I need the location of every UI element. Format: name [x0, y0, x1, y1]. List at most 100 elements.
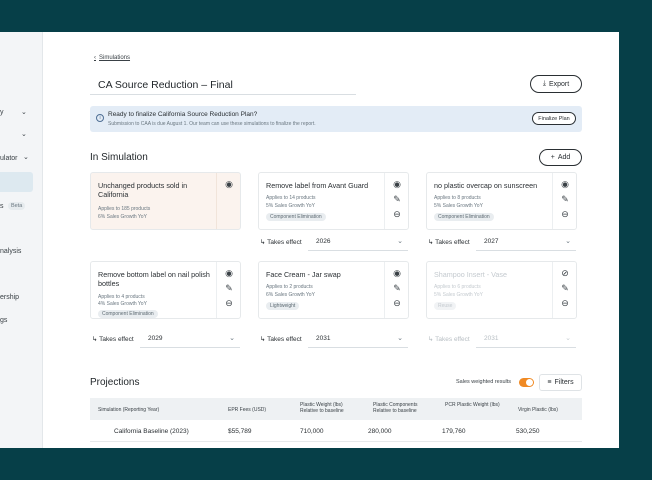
- card-growth: 5% Sales Growth YoY: [266, 203, 315, 209]
- year-dropdown[interactable]: 2026 ⌄: [308, 234, 408, 251]
- column-header[interactable]: Plastic Components Relative to baseline: [373, 402, 431, 414]
- table-header: Simulation (Reporting Year) EPR Fees (US…: [90, 398, 582, 420]
- card-title: no plastic overcap on sunscreen: [434, 181, 538, 190]
- table-cell: 280,000: [368, 428, 392, 435]
- table-cell: 710,000: [300, 428, 324, 435]
- column-header[interactable]: EPR Fees (USD): [228, 407, 266, 413]
- corner-arrow-icon: ↳: [428, 239, 434, 246]
- simulation-card-hidden[interactable]: Shampoo Insert - Vase Applies to 6 produ…: [426, 261, 577, 319]
- simulation-card[interactable]: Face Cream - Jar swap Applies to 2 produ…: [258, 261, 409, 319]
- year-dropdown[interactable]: 2031 ⌄: [308, 331, 408, 348]
- sidebar-item-1[interactable]: y: [0, 109, 4, 116]
- simulation-card[interactable]: Unchanged products sold in California Ap…: [90, 172, 241, 230]
- chevron-down-icon: ⌄: [397, 238, 403, 245]
- takes-effect-select[interactable]: ↳ Takes effect 2031 ⌄: [426, 331, 577, 348]
- simulation-card[interactable]: Remove bottom label on nail polish bottl…: [90, 261, 241, 319]
- pencil-icon[interactable]: ✎: [559, 282, 571, 294]
- card-title: Remove bottom label on nail polish bottl…: [98, 270, 210, 288]
- table-row[interactable]: California Baseline (2023) $55,789 710,0…: [90, 420, 582, 442]
- projections-table: Simulation (Reporting Year) EPR Fees (US…: [90, 398, 582, 448]
- chevron-down-icon: ⌄: [565, 335, 571, 342]
- minus-circle-icon[interactable]: ⊖: [559, 208, 571, 220]
- year-dropdown[interactable]: 2027 ⌄: [476, 234, 576, 251]
- sidebar-item-s[interactable]: s: [0, 203, 4, 210]
- year-value: 2029: [148, 335, 163, 342]
- takes-effect-select[interactable]: ↳ Takes effect 2026 ⌄: [258, 234, 409, 251]
- takes-effect-select[interactable]: ↳ Takes effect 2031 ⌄: [258, 331, 409, 348]
- eye-icon[interactable]: ◉: [223, 267, 235, 279]
- plus-icon: +: [550, 154, 555, 161]
- eye-icon[interactable]: ◉: [559, 178, 571, 190]
- card-actions: ◉: [216, 173, 240, 229]
- year-dropdown[interactable]: 2031 ⌄: [476, 331, 576, 348]
- sidebar-item-ownership[interactable]: ership: [0, 294, 19, 301]
- projections-title: Projections: [90, 377, 140, 388]
- pencil-icon[interactable]: ✎: [223, 282, 235, 294]
- card-applies: Applies to 14 products: [266, 195, 316, 201]
- column-header[interactable]: Simulation (Reporting Year): [98, 407, 159, 413]
- breadcrumb-link[interactable]: Simulations: [99, 55, 130, 61]
- card-actions: ◉ ✎ ⊖: [384, 173, 408, 229]
- eye-off-icon[interactable]: ⊘: [559, 267, 571, 279]
- pencil-icon[interactable]: ✎: [559, 193, 571, 205]
- card-growth: 5% Sales Growth YoY: [434, 203, 483, 209]
- effect-label-text: Takes effect: [99, 336, 134, 343]
- card-tag: Lightweight: [266, 302, 300, 310]
- sidebar-item-simulator[interactable]: ulator: [0, 155, 18, 162]
- finalize-plan-button[interactable]: Finalize Plan: [532, 112, 576, 125]
- page-title-input[interactable]: CA Source Reduction – Final: [90, 73, 356, 95]
- year-dropdown[interactable]: 2029 ⌄: [140, 331, 240, 348]
- card-applies: Applies to 8 products: [434, 195, 481, 201]
- card-applies: Applies to 185 products: [98, 206, 151, 212]
- minus-circle-icon[interactable]: ⊖: [223, 297, 235, 309]
- column-header[interactable]: Virgin Plastic (lbs): [518, 407, 558, 413]
- sales-weighted-toggle[interactable]: [519, 378, 534, 387]
- column-header[interactable]: PCR Plastic Weight (lbs): [445, 402, 500, 408]
- app-window: y ⌄ ⌄ ulator ⌄ s Beta nalysis ership gs …: [0, 32, 619, 448]
- card-growth: 6% Sales Growth YoY: [98, 214, 147, 220]
- sidebar: y ⌄ ⌄ ulator ⌄ s Beta nalysis ership gs: [0, 32, 43, 448]
- minus-circle-icon[interactable]: ⊖: [391, 297, 403, 309]
- year-value: 2026: [316, 238, 331, 245]
- banner-subtitle: Submission to CAA is due August 1. Our t…: [108, 121, 316, 127]
- filters-button[interactable]: ≡ Filters: [539, 374, 582, 391]
- card-title: Face Cream - Jar swap: [266, 270, 341, 279]
- simulation-card[interactable]: Remove label from Avant Guard Applies to…: [258, 172, 409, 230]
- sidebar-item-settings[interactable]: gs: [0, 317, 7, 324]
- corner-arrow-icon: ↳: [428, 336, 434, 343]
- takes-effect-label: ↳ Takes effect: [428, 238, 470, 246]
- card-title: Shampoo Insert - Vase: [434, 270, 507, 279]
- pencil-icon[interactable]: ✎: [391, 282, 403, 294]
- export-button[interactable]: ⤓ Export: [530, 75, 582, 93]
- main-content: ‹ Simulations CA Source Reduction – Final…: [43, 32, 619, 448]
- simulation-card[interactable]: no plastic overcap on sunscreen Applies …: [426, 172, 577, 230]
- breadcrumb[interactable]: ‹ Simulations: [94, 55, 130, 61]
- add-button[interactable]: + Add: [539, 149, 582, 166]
- year-value: 2031: [316, 335, 331, 342]
- takes-effect-select[interactable]: ↳ Takes effect 2029 ⌄: [90, 331, 241, 348]
- chevron-down-icon[interactable]: ⌄: [21, 108, 27, 116]
- takes-effect-select[interactable]: ↳ Takes effect 2027 ⌄: [426, 234, 577, 251]
- sidebar-item-active[interactable]: [0, 172, 33, 192]
- eye-icon[interactable]: ◉: [391, 267, 403, 279]
- eye-icon[interactable]: ◉: [391, 178, 403, 190]
- eye-icon[interactable]: ◉: [223, 178, 235, 190]
- card-actions: ◉ ✎ ⊖: [384, 262, 408, 318]
- year-value: 2027: [484, 238, 499, 245]
- corner-arrow-icon: ↳: [260, 336, 266, 343]
- effect-label-text: Takes effect: [267, 239, 302, 246]
- chevron-down-icon[interactable]: ⌄: [23, 153, 29, 161]
- filter-icon: ≡: [547, 379, 552, 386]
- corner-arrow-icon: ↳: [92, 336, 98, 343]
- chevron-down-icon[interactable]: ⌄: [21, 130, 27, 138]
- pencil-icon[interactable]: ✎: [391, 193, 403, 205]
- effect-label-text: Takes effect: [435, 336, 470, 343]
- takes-effect-label: ↳ Takes effect: [428, 335, 470, 343]
- sidebar-item-analysis[interactable]: nalysis: [0, 248, 21, 255]
- column-header[interactable]: Plastic Weight (lbs) Relative to baselin…: [300, 402, 360, 414]
- table-cell: 179,760: [442, 428, 466, 435]
- minus-circle-icon[interactable]: ⊖: [559, 297, 571, 309]
- finalize-banner: i Ready to finalize California Source Re…: [90, 106, 582, 132]
- minus-circle-icon[interactable]: ⊖: [391, 208, 403, 220]
- chevron-left-icon: ‹: [94, 55, 96, 61]
